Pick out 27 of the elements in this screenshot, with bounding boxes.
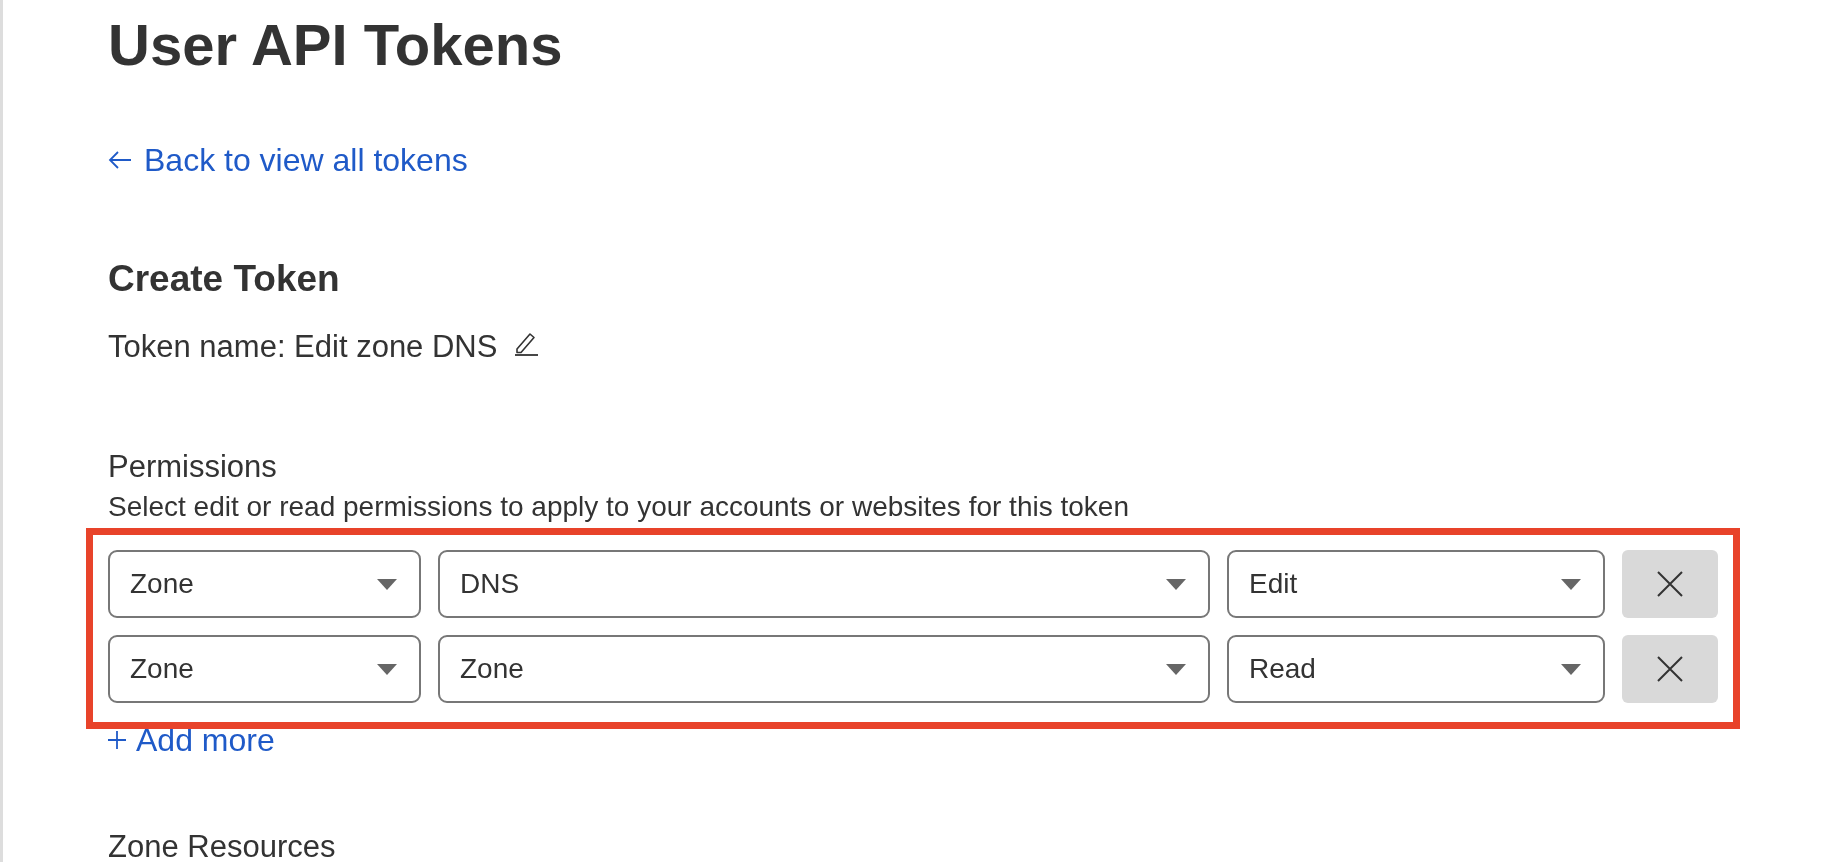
caret-icon bbox=[1166, 578, 1186, 590]
add-more-link[interactable]: Add more bbox=[108, 722, 275, 758]
dropdown[interactable]: DNS bbox=[438, 550, 1210, 618]
dropdown[interactable]: Zone bbox=[108, 550, 421, 618]
page-title: User API Tokens bbox=[108, 11, 563, 79]
remove-button[interactable] bbox=[1622, 635, 1718, 703]
caret-icon bbox=[1561, 578, 1581, 590]
plus-icon bbox=[108, 731, 126, 749]
dropdown[interactable]: Edit bbox=[1227, 550, 1605, 618]
remove-button[interactable] bbox=[1622, 550, 1718, 618]
left-arrow-icon bbox=[108, 150, 132, 170]
back-link[interactable]: Back to view all tokens bbox=[108, 140, 468, 180]
dropdown[interactable]: Zone bbox=[438, 635, 1210, 703]
caret-icon bbox=[1166, 663, 1186, 675]
caret-icon bbox=[377, 663, 397, 675]
section-title: Create Token bbox=[108, 257, 340, 301]
dropdown[interactable]: Zone bbox=[108, 635, 421, 703]
permissions-label: Permissions bbox=[108, 449, 277, 485]
caret-icon bbox=[377, 578, 397, 590]
zone-resources-label: Zone Resources bbox=[108, 829, 336, 862]
dropdown[interactable]: Read bbox=[1227, 635, 1605, 703]
close-icon bbox=[1657, 571, 1683, 597]
permissions-description: Select edit or read permissions to apply to your accounts or websites for this token bbox=[108, 490, 1129, 524]
pencil-icon bbox=[513, 330, 540, 356]
close-icon bbox=[1657, 656, 1683, 682]
token-name: Token name: Edit zone DNS bbox=[108, 328, 498, 366]
caret-icon bbox=[1561, 663, 1581, 675]
